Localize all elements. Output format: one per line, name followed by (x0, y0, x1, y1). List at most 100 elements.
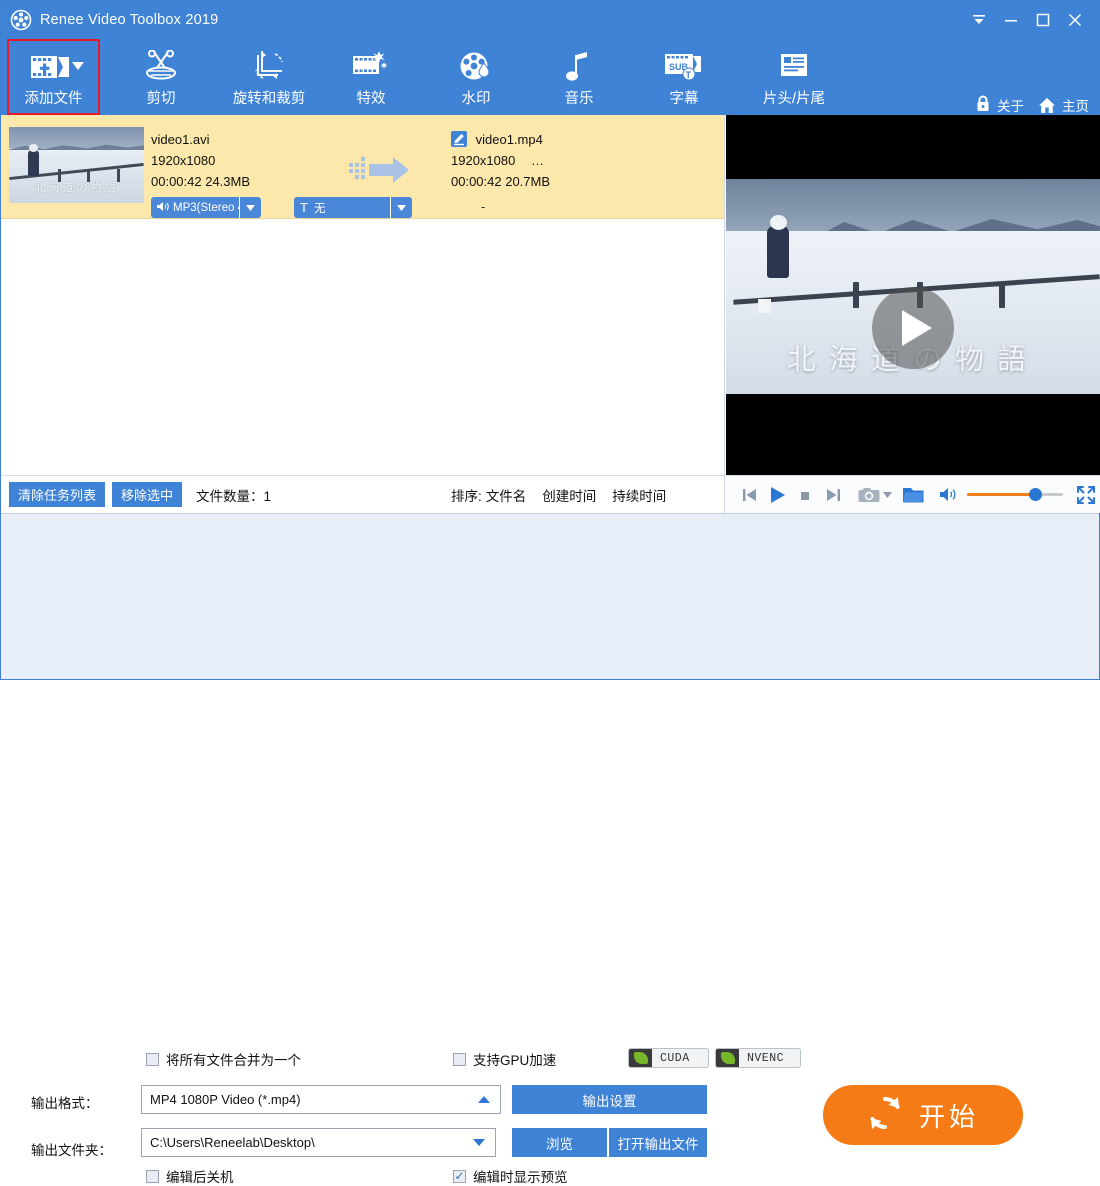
app-logo-icon (10, 9, 32, 31)
text-T-icon: T (300, 200, 308, 215)
play-button[interactable] (764, 476, 792, 514)
collapse-button[interactable] (963, 5, 995, 35)
maximize-button[interactable] (1027, 5, 1059, 35)
intro-outro-icon (777, 46, 811, 82)
caret-up-icon[interactable] (478, 1094, 490, 1106)
gpu-accel-label: 支持GPU加速 (473, 1053, 557, 1068)
refresh-circle-icon (867, 1095, 903, 1136)
sort-option-created[interactable]: 创建时间 (542, 485, 596, 505)
toolbar-item-music[interactable]: 音乐 (529, 39, 629, 115)
nvidia-icon (629, 1049, 652, 1067)
video-preview[interactable]: 北海道の物語 (726, 115, 1100, 475)
scissors-icon (143, 46, 179, 82)
music-note-icon (564, 46, 594, 82)
target-resolution-more[interactable]: … (531, 153, 544, 168)
file-count: 文件数量：1 (196, 485, 271, 505)
previous-button[interactable] (736, 476, 764, 514)
remove-selected-button[interactable]: 移除选中 (112, 482, 183, 507)
stop-button[interactable] (792, 476, 820, 514)
output-folder-input[interactable]: C:\Users\Reneelab\Desktop\ (141, 1128, 496, 1157)
play-triangle-icon (902, 310, 932, 346)
output-settings-button[interactable]: 输出设置 (512, 1085, 707, 1114)
file-list[interactable]: 北海道の物語 video1.avi 1920x1080 00:00:42 24.… (1, 115, 725, 475)
fullscreen-button[interactable] (1072, 476, 1100, 514)
subtitle-track-dropdown[interactable] (390, 197, 412, 218)
svg-text:T: T (686, 70, 692, 80)
volume-button[interactable] (935, 476, 963, 514)
add-file-icon (29, 46, 79, 82)
caret-down-icon[interactable] (473, 1137, 485, 1149)
file-count-value: 1 (263, 488, 272, 504)
toolbar-item-rotate-crop[interactable]: 旋转和裁剪 (219, 39, 319, 115)
output-format-select[interactable]: MP4 1080P Video (*.mp4) (141, 1085, 501, 1114)
volume-slider[interactable] (963, 476, 1068, 514)
toolbar-item-add-file[interactable]: 添加文件 (7, 39, 100, 115)
output-format-value: MP4 1080P Video (*.mp4) (150, 1092, 301, 1107)
toolbar-right-links: 关于 主页 (975, 95, 1089, 115)
target-duration-size: 00:00:42 20.7MB (451, 174, 551, 189)
title-bar: Renee Video Toolbox 2019 (1, 1, 1099, 39)
audio-track-label: MP3(Stereo 4 (173, 201, 239, 214)
watermark-icon (458, 46, 494, 82)
toolbar-item-label: 剪切 (146, 91, 176, 107)
sort-option-duration[interactable]: 持续时间 (612, 485, 666, 505)
next-button[interactable] (819, 476, 847, 514)
toolbar-item-cut[interactable]: 剪切 (111, 39, 211, 115)
main-toolbar: 添加文件 剪切 旋转和裁剪 特效 水印 音乐 SUB T 字幕 片头/片尾 关于… (1, 39, 1099, 115)
window-controls (963, 1, 1091, 39)
subtitle-icon: SUB T (663, 46, 705, 82)
subtitle-track-select[interactable]: T 无 (294, 197, 390, 218)
show-preview-checkbox[interactable]: 编辑时显示预览 (453, 1166, 568, 1186)
audio-track-dropdown[interactable] (239, 197, 261, 218)
target-resolution: 1920x1080 (451, 153, 516, 168)
checkbox-box (146, 1169, 159, 1183)
toolbar-item-intro-outro[interactable]: 片头/片尾 (739, 39, 849, 115)
toolbar-item-label: 字幕 (669, 91, 699, 107)
sort-label: 排序: (451, 489, 482, 504)
toolbar-item-effects[interactable]: 特效 (321, 39, 421, 115)
toolbar-item-subtitle[interactable]: SUB T 字幕 (634, 39, 734, 115)
cuda-badge: CUDA (628, 1048, 709, 1068)
about-link[interactable]: 关于 (997, 95, 1024, 115)
gpu-accel-checkbox[interactable]: 支持GPU加速 (453, 1049, 556, 1069)
table-row[interactable]: 北海道の物語 video1.avi 1920x1080 00:00:42 24.… (1, 115, 724, 219)
close-button[interactable] (1059, 5, 1091, 35)
file-thumbnail: 北海道の物語 (9, 127, 144, 203)
convert-arrow-icon (349, 155, 421, 185)
speaker-icon (157, 201, 169, 215)
sort-option-filename[interactable]: 文件名 (486, 485, 527, 505)
merge-files-checkbox[interactable]: 将所有文件合并为一个 (146, 1049, 301, 1069)
nvidia-icon (716, 1049, 739, 1067)
start-button-label: 开始 (918, 1101, 979, 1132)
open-folder-button[interactable] (902, 476, 925, 514)
source-file-info: video1.avi 1920x1080 00:00:42 24.3MB (151, 129, 250, 192)
toolbar-item-label: 添加文件 (24, 91, 83, 107)
snapshot-button[interactable] (857, 476, 881, 514)
open-output-folder-button[interactable]: 打开输出文件 (609, 1128, 707, 1157)
minimize-button[interactable] (995, 5, 1027, 35)
nvenc-badge: NVENC (715, 1048, 801, 1068)
toolbar-item-label: 音乐 (564, 91, 594, 107)
toolbar-item-watermark[interactable]: 水印 (426, 39, 526, 115)
shutdown-after-checkbox[interactable]: 编辑后关机 (146, 1166, 234, 1186)
pencil-icon[interactable] (451, 131, 467, 147)
chevron-down-icon[interactable] (72, 57, 84, 73)
player-controls (726, 475, 1100, 513)
source-filename: video1.avi (151, 132, 210, 147)
start-button[interactable]: 开始 (823, 1085, 1023, 1145)
audio-track-select[interactable]: MP3(Stereo 4 (151, 197, 239, 218)
checkbox-box (146, 1052, 159, 1066)
snapshot-dropdown[interactable] (881, 476, 894, 514)
row-extra: - (481, 199, 486, 214)
app-window: Renee Video Toolbox 2019 添加文件 剪切 旋转和裁剪 特… (0, 0, 1100, 1185)
target-filename: video1.mp4 (475, 132, 543, 147)
show-preview-label: 编辑时显示预览 (473, 1170, 568, 1185)
clear-task-list-button[interactable]: 清除任务列表 (9, 482, 106, 507)
subtitle-track-label: 无 (313, 202, 326, 215)
home-link[interactable]: 主页 (1062, 95, 1089, 115)
nvenc-label: NVENC (747, 1051, 785, 1065)
preview-play-overlay-button[interactable] (872, 287, 954, 369)
toolbar-item-label: 水印 (461, 91, 491, 107)
toolbar-item-label: 特效 (356, 91, 386, 107)
browse-button[interactable]: 浏览 (512, 1128, 608, 1157)
